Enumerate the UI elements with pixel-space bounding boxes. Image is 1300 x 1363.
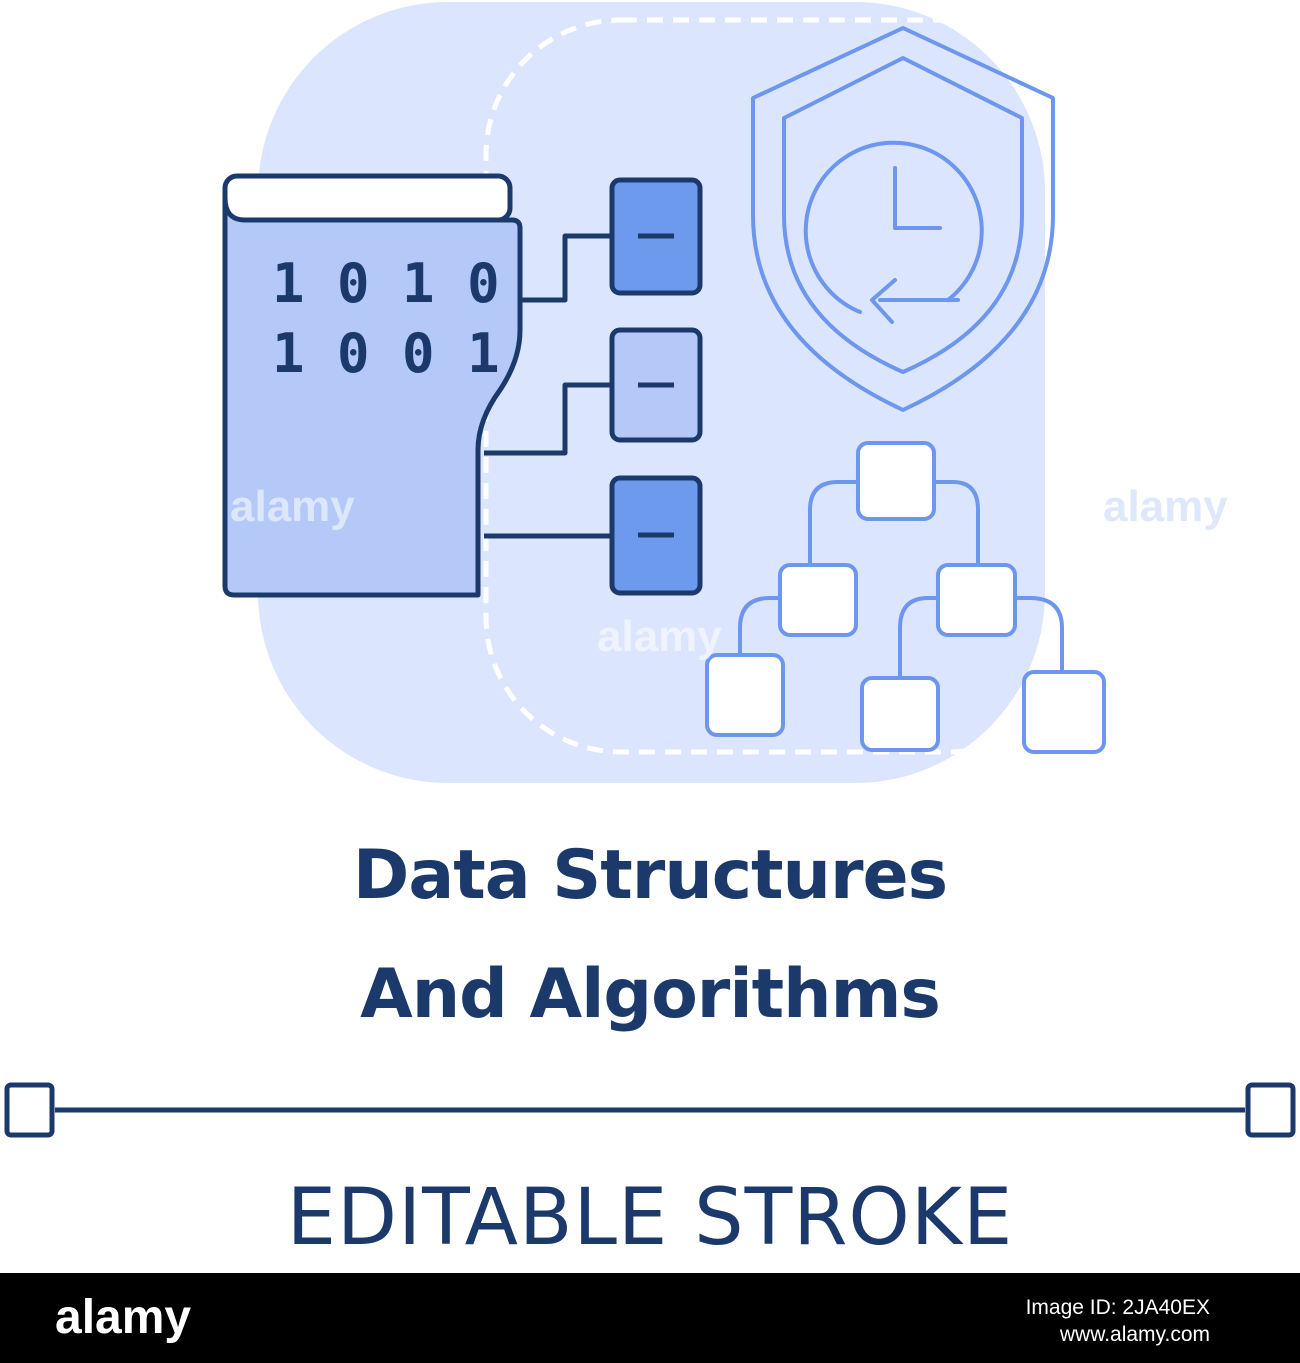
- stroke-handle-left: [4, 1082, 55, 1138]
- icon-illustration: 1 0 1 0 1 0 0 1: [4, 2, 1296, 1138]
- tree-node-right: [936, 563, 1017, 637]
- stroke-handle-right: [1245, 1082, 1296, 1138]
- title-line-1: Data Structures: [352, 836, 948, 915]
- tree-node-left: [778, 563, 858, 637]
- binary-book-icon: 1 0 1 0 1 0 0 1: [222, 173, 523, 598]
- editable-stroke-line: [4, 1082, 1296, 1138]
- image-id-text: Image ID: 2JA40EX: [1025, 1296, 1210, 1319]
- tree-node-leaf-1: [705, 653, 785, 737]
- tree-node-leaf-2: [860, 676, 940, 752]
- site-url: www.alamy.com: [1059, 1323, 1210, 1346]
- editable-stroke-label: EDITABLE STROKE: [286, 1173, 1014, 1263]
- tree-node-leaf-3: [1022, 670, 1106, 754]
- footer-brand-logo: alamy: [55, 1291, 192, 1344]
- tree-node-root: [856, 441, 936, 521]
- footer-image-info: Image ID: 2JA40EX www.alamy.com: [1026, 1294, 1210, 1348]
- binary-row-2: 1 0 0 1: [272, 322, 500, 385]
- binary-row-1: 1 0 1 0: [272, 252, 500, 315]
- title-line-2: And Algorithms: [360, 955, 941, 1034]
- memory-block-icon: [609, 177, 703, 596]
